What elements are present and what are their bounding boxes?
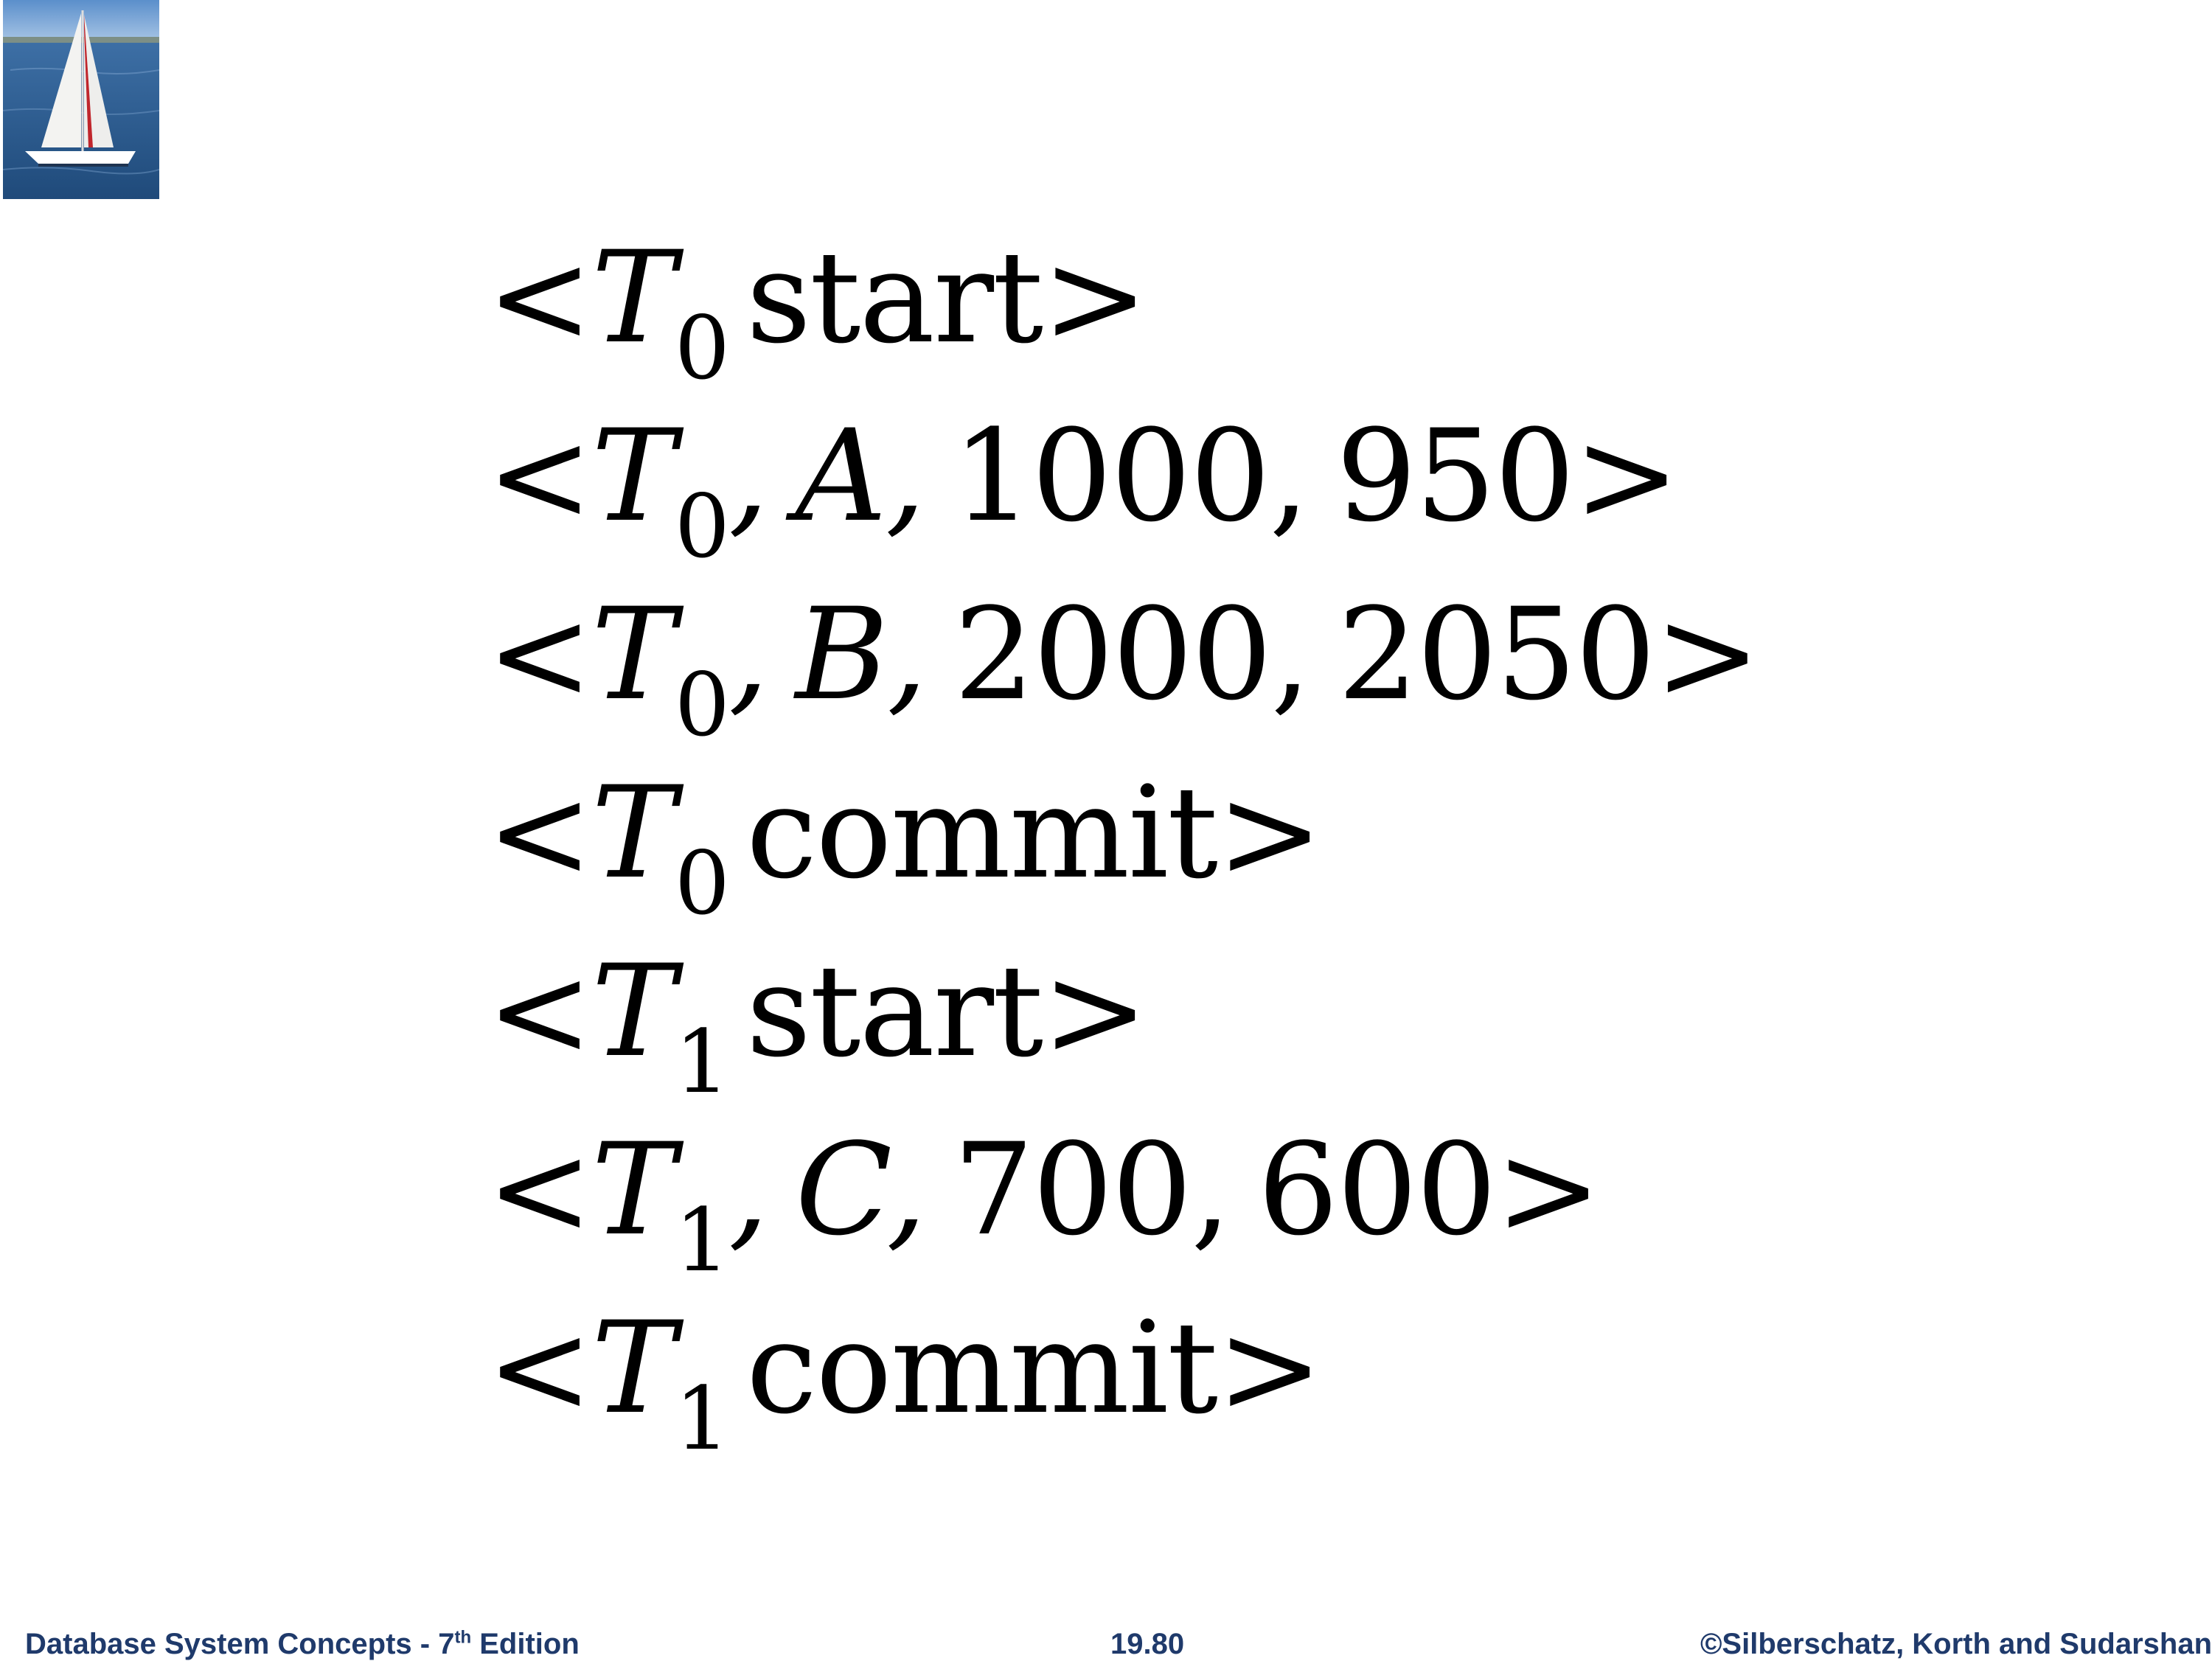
log-record-3: <T0, B, 2000, 2050> (487, 580, 1761, 756)
log-record-1: <T0 start> (487, 223, 1148, 399)
slide-footer: Database System Concepts - 7th Edition 1… (0, 1622, 2212, 1660)
log-record-4: <T0 commit> (487, 759, 1323, 934)
copyright-notice: ©Silberschatz, Korth and Sudarshan (1700, 1628, 2212, 1660)
log-record-2: <T0, A, 1000, 950> (487, 402, 1680, 577)
log-record-6: <T1, C, 700, 600> (487, 1115, 1601, 1291)
sailboat-logo-icon (2, 0, 160, 199)
page-number: 19.80 (1110, 1628, 1185, 1660)
log-record-5: <T1 start> (487, 937, 1148, 1112)
footer-book-title: Database System Concepts - 7th Edition (25, 1627, 580, 1660)
log-record-7: <T1 commit> (487, 1294, 1323, 1469)
